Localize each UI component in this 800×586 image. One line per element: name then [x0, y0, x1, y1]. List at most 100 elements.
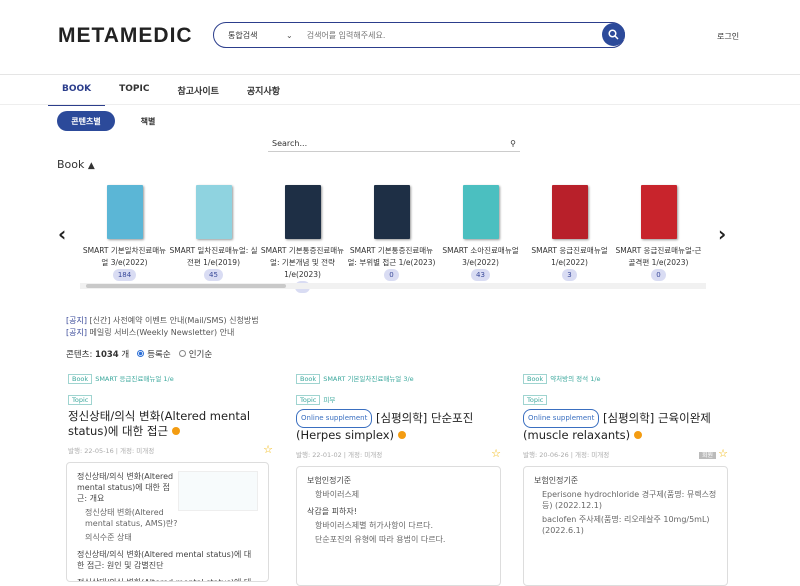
content-count-badge: 3: [562, 269, 577, 281]
topic-link[interactable]: 피부: [323, 396, 335, 404]
toc-item[interactable]: 항바이러스제별 허가사항이 다르다.: [307, 520, 490, 531]
sort-recent-radio[interactable]: 등록순: [137, 348, 171, 360]
toc-item[interactable]: baclofen 주사제(품명: 리오레살주 10mg/5mL) (2022.6…: [534, 514, 717, 536]
tab-reference-sites[interactable]: 참고사이트: [163, 76, 232, 106]
search-input[interactable]: [306, 30, 624, 40]
carousel-prev-button[interactable]: ‹: [58, 222, 66, 246]
tab-topic[interactable]: TOPIC: [105, 76, 163, 106]
login-link[interactable]: 로그인: [717, 31, 739, 42]
coin-icon: [633, 431, 642, 439]
star-icon[interactable]: ☆: [263, 443, 273, 456]
toc-heading[interactable]: 보험인정기준: [534, 475, 717, 486]
divider: [0, 104, 800, 105]
content-count-badge: 184: [112, 269, 137, 281]
book-title: SMART 기본통증진료매뉴얼: 기본개념 및 전략 1/e(2023): [260, 246, 345, 279]
book-item[interactable]: SMART 기본통증진료매뉴얼: 부위별 접근 1/e(2023) 0: [347, 185, 436, 293]
card-title[interactable]: Online supplement [심평의학] 단순포진(Herpes sim…: [296, 409, 501, 443]
toc-item[interactable]: Eperisone hydrochloride 경구제(품명: 뮤렉스정 등) …: [534, 489, 717, 511]
global-search: 통합검색 ⌄: [213, 22, 625, 48]
book-item[interactable]: SMART 일차진료매뉴얼: 실전편 1/e(2019) 45: [169, 185, 258, 293]
star-icon[interactable]: ☆: [718, 447, 728, 460]
notice-link[interactable]: [공지] [신간] 사전예약 이벤트 안내(Mail/SMS) 신청방법: [66, 315, 259, 326]
sort-popular-radio[interactable]: 인기순: [178, 348, 212, 360]
search-icon: [608, 29, 619, 40]
toc-item[interactable]: 항바이러스제: [307, 489, 490, 500]
toc-box: 보험인정기준항바이러스제삭감을 피하자! 항바이러스제별 허가사항이 다르다. 단순…: [296, 466, 501, 586]
online-supplement-badge: Online supplement: [296, 409, 373, 428]
book-section-toggle[interactable]: Book ▲: [57, 158, 95, 171]
book-tag: Book: [296, 374, 321, 384]
search-button[interactable]: [602, 23, 625, 46]
book-cover-image[interactable]: [195, 185, 232, 239]
book-search-input[interactable]: Search... ⚲: [268, 135, 520, 152]
card-title-text[interactable]: 정신상태/의식 변화(Altered mental status)에 대한 접근: [68, 409, 250, 438]
book-tag: Book: [68, 374, 93, 384]
table-thumbnail: [178, 471, 258, 511]
caret-up-icon: ▲: [87, 161, 95, 171]
topic-tag: Topic: [68, 395, 93, 405]
book-title: SMART 기본통증진료매뉴얼: 부위별 접근 1/e(2023): [347, 246, 436, 267]
search-icon[interactable]: ⚲: [510, 139, 516, 148]
book-cover-image[interactable]: [462, 185, 499, 239]
book-title: SMART 응급진료매뉴얼-근골격편 1/e(2023): [615, 246, 702, 267]
book-tag: Book: [523, 374, 548, 384]
star-icon[interactable]: ☆: [491, 447, 501, 460]
count-value: 1034: [95, 350, 119, 360]
book-cover-image[interactable]: [640, 185, 677, 239]
book-title: SMART 일차진료매뉴얼: 실전편 1/e(2019): [169, 246, 258, 267]
count-label: 콘텐츠:: [66, 350, 93, 360]
book-cover-image[interactable]: [551, 185, 588, 239]
book-cover-image[interactable]: [373, 185, 410, 239]
publish-info: 발행: 22-05-16 | 개정: 미개정: [68, 446, 155, 455]
book-carousel: SMART 기본일차진료매뉴얼 3/e(2022) 184 SMART 일차진료…: [80, 185, 703, 293]
toc-item[interactable]: 단순포진의 유형에 따라 용법이 다르다.: [307, 534, 490, 545]
book-link[interactable]: SMART 기본일차진료매뉴얼 3/e: [323, 375, 413, 383]
book-item[interactable]: SMART 응급진료매뉴얼 1/e(2022) 3: [525, 185, 614, 293]
member-badge: 회원: [699, 452, 717, 459]
toc-heading[interactable]: 정신상태/의식 변화(Altered mental status)에 대한 접근…: [77, 549, 258, 571]
main-nav: BOOK TOPIC 참고사이트 공지사항: [48, 76, 294, 106]
toc-heading[interactable]: 보험인정기준: [307, 475, 490, 486]
book-search-placeholder: Search...: [272, 138, 308, 148]
logo[interactable]: METAMEDIC: [58, 24, 193, 48]
chevron-down-icon[interactable]: ⌄: [286, 31, 293, 40]
card-title[interactable]: 정신상태/의식 변화(Altered mental status)에 대한 접근: [68, 409, 273, 439]
topic-tag: Topic: [296, 395, 321, 405]
by-content-button[interactable]: 콘텐츠별: [57, 111, 115, 131]
book-title: SMART 기본일차진료매뉴얼 3/e(2022): [82, 246, 167, 267]
book-item[interactable]: SMART 기본일차진료매뉴얼 3/e(2022) 184: [80, 185, 169, 293]
book-link[interactable]: 약처방의 정석 1/e: [550, 375, 600, 383]
book-item[interactable]: SMART 소아진료매뉴얼 3/e(2022) 43: [436, 185, 525, 293]
publish-info: 발행: 22-01-02 | 개정: 미개정: [296, 450, 383, 459]
content-card: Book SMART 기본일차진료매뉴얼 3/e Topic 피부 Online s…: [296, 366, 501, 586]
toc-heading[interactable]: 정신상태/의식 변화(Altered mental status)에 대한 접근…: [77, 577, 258, 581]
card-title[interactable]: Online supplement [심평의학] 근육이완제(muscle re…: [523, 409, 728, 443]
book-title: SMART 응급진료매뉴얼 1/e(2022): [531, 246, 608, 267]
content-count-badge: 0: [651, 269, 666, 281]
by-book-button[interactable]: 책별: [128, 111, 168, 131]
tab-notices[interactable]: 공지사항: [233, 76, 294, 106]
divider: [0, 74, 800, 75]
online-supplement-badge: Online supplement: [523, 409, 600, 428]
book-title: SMART 소아진료매뉴얼 3/e(2022): [442, 246, 519, 267]
toc-item[interactable]: 의식수준 상태: [77, 532, 258, 543]
tab-book[interactable]: BOOK: [48, 76, 106, 106]
book-section-label: Book: [57, 158, 85, 171]
coin-icon: [171, 427, 180, 435]
book-link[interactable]: SMART 응급진료매뉴얼 1/e: [95, 375, 174, 383]
carousel-next-button[interactable]: ›: [718, 222, 726, 246]
content-count-badge: 45: [204, 269, 223, 281]
content-card: Book 약처방의 정석 1/e Topic Online supplement …: [523, 366, 728, 586]
toc-heading[interactable]: 삭감을 피하자!: [307, 506, 490, 517]
publish-info: 발행: 20-06-26 | 개정: 미개정: [523, 450, 610, 459]
scrollbar-thumb[interactable]: [86, 284, 286, 288]
toc-box: 정신상태/의식 변화(Altered mental status)에 대한 접근…: [66, 462, 269, 582]
search-scope-select[interactable]: 통합검색: [214, 30, 286, 41]
book-cover-image[interactable]: [106, 185, 143, 239]
content-count-bar: 콘텐츠: 1034 개 등록순 인기순: [66, 348, 212, 360]
notice-link[interactable]: [공지] 메일링 서비스(Weekly Newsletter) 안내: [66, 327, 234, 338]
content-card: Book SMART 응급진료매뉴얼 1/e Topic 정신상태/의식 변화(A…: [66, 366, 273, 582]
book-item[interactable]: SMART 기본통증진료매뉴얼: 기본개념 및 전략 1/e(2023) 0: [258, 185, 347, 293]
book-cover-image[interactable]: [284, 185, 321, 239]
book-item[interactable]: SMART 응급진료매뉴얼-근골격편 1/e(2023) 0: [614, 185, 703, 293]
